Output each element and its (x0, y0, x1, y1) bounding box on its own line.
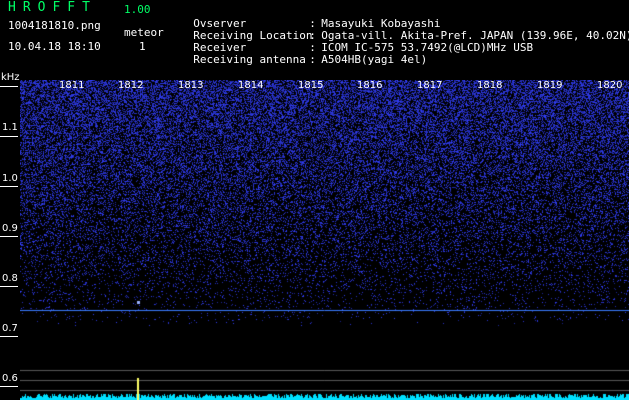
freq-unit-label: kHz (1, 72, 20, 83)
time-label-1811: 1811 (59, 80, 85, 91)
time-label-1815: 1815 (298, 80, 324, 91)
freq-label-0-6: 0.6 (2, 373, 18, 384)
time-label-1820: 1820 (597, 80, 623, 91)
time-label-1817: 1817 (417, 80, 443, 91)
freq-label-0-8: 0.8 (2, 273, 18, 284)
freq-tick (0, 136, 18, 137)
freq-label-1-0: 1.0 (2, 173, 18, 184)
time-label-1814: 1814 (238, 80, 264, 91)
antenna-value: A504HB(yagi 4el) (321, 53, 428, 66)
time-label-1818: 1818 (477, 80, 503, 91)
meteor-label: meteor (124, 26, 164, 39)
freq-label-0-9: 0.9 (2, 223, 18, 234)
freq-tick (0, 236, 18, 237)
datetime: 10.04.18 18:10 (8, 40, 101, 53)
freq-label-1-1: 1.1 (2, 122, 18, 133)
freq-tick (0, 336, 18, 337)
freq-label-0-7: 0.7 (2, 323, 18, 334)
time-label-1816: 1816 (357, 80, 383, 91)
time-label-1813: 1813 (178, 80, 204, 91)
antenna-key: Receiving antenna (193, 53, 306, 66)
file-name: 1004181810.png (8, 19, 101, 32)
spectrogram-canvas (20, 80, 629, 400)
freq-tick (0, 186, 18, 187)
freq-tick (0, 386, 18, 387)
time-label-1812: 1812 (118, 80, 144, 91)
antenna-row: Receiving antenna: A504HB(yagi 4el) (193, 53, 428, 66)
app-version: 1.00 (124, 3, 151, 16)
app-title: HROFFT (8, 0, 97, 15)
freq-tick (0, 286, 18, 287)
meteor-count: 1 (139, 40, 146, 53)
freq-tick (0, 86, 18, 87)
time-label-1819: 1819 (537, 80, 563, 91)
